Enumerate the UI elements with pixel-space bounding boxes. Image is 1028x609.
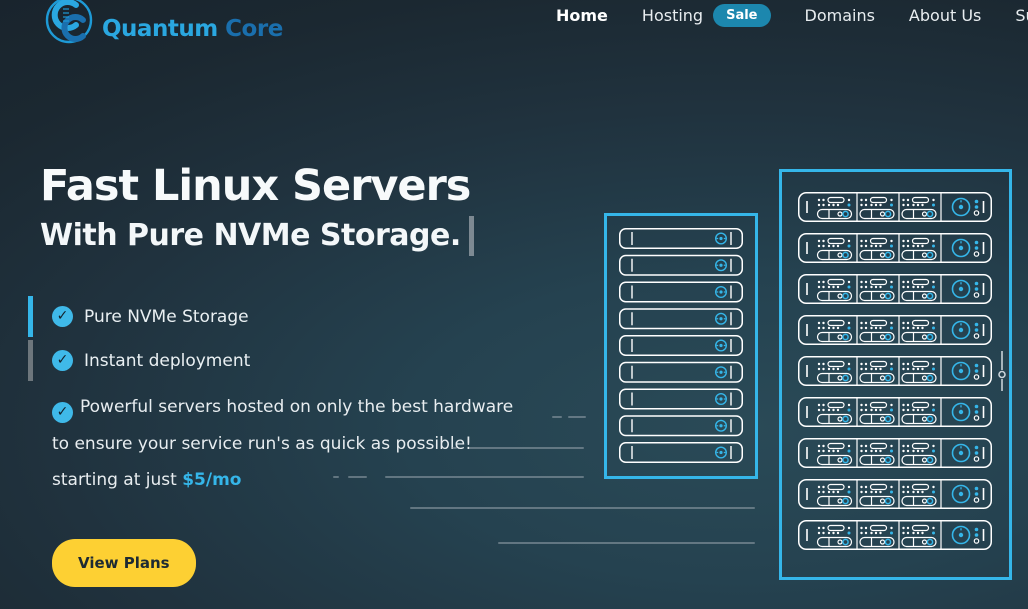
brand-name-primary: Quantum xyxy=(102,16,218,42)
speed-line xyxy=(469,447,584,449)
brand-logo[interactable]: Quantum Core xyxy=(36,0,283,54)
description-line-2: to ensure your service run's as quick as… xyxy=(52,434,472,454)
speed-line xyxy=(552,416,562,418)
hero-title: Fast Linux Servers xyxy=(40,158,580,214)
feature-item-nvme: ✓ Pure NVMe Storage xyxy=(40,296,580,337)
speed-line xyxy=(348,476,367,478)
speed-line xyxy=(333,476,339,478)
nav-item-about-us[interactable]: About Us xyxy=(909,6,981,25)
slider-decoration xyxy=(997,351,1007,393)
feature-label: Pure NVMe Storage xyxy=(84,307,249,327)
feature-accent-bar xyxy=(28,296,33,337)
feature-list: ✓ Pure NVMe Storage ✓ Instant deployment xyxy=(40,296,580,381)
price-text: $5/mo xyxy=(182,470,241,490)
description-line-3: starting at just xyxy=(52,470,182,490)
big-server-rack-illustration xyxy=(779,169,1012,580)
check-icon: ✓ xyxy=(52,402,73,423)
qc-monogram-icon xyxy=(36,0,100,54)
hero-description: ✓ Powerful servers hosted on only the bes… xyxy=(40,389,520,499)
header: Quantum Core Home HostingSale Domains Ab… xyxy=(0,0,1028,56)
description-line-1: Powerful servers hosted on only the best… xyxy=(80,397,513,417)
speed-line xyxy=(385,476,584,478)
nav-item-domains[interactable]: Domains xyxy=(805,6,875,25)
hero-section: Fast Linux Servers With Pure NVMe Storag… xyxy=(40,158,580,587)
nav-item-home[interactable]: Home xyxy=(556,6,608,25)
nav-item-hosting[interactable]: HostingSale xyxy=(642,4,771,27)
typing-caret xyxy=(469,216,474,256)
feature-item-deployment: ✓ Instant deployment xyxy=(40,340,580,381)
small-server-rack-illustration xyxy=(604,213,758,479)
speed-line xyxy=(410,507,755,509)
brand-name-secondary: Core xyxy=(225,16,283,42)
nav-item-support[interactable]: Support xyxy=(1015,6,1028,25)
view-plans-button[interactable]: View Plans xyxy=(52,539,196,587)
speed-line xyxy=(498,542,755,544)
speed-line xyxy=(452,447,457,449)
check-icon: ✓ xyxy=(52,350,73,371)
check-icon: ✓ xyxy=(52,306,73,327)
feature-accent-bar xyxy=(28,340,33,381)
sale-badge: Sale xyxy=(713,4,770,27)
landing-page: Quantum Core Home HostingSale Domains Ab… xyxy=(0,0,1028,609)
feature-label: Instant deployment xyxy=(84,351,250,371)
brand-name: Quantum Core xyxy=(102,16,283,42)
main-nav: Home HostingSale Domains About Us Suppor… xyxy=(556,0,1028,30)
hero-subtitle: With Pure NVMe Storage. xyxy=(40,216,580,256)
speed-line xyxy=(568,416,586,418)
